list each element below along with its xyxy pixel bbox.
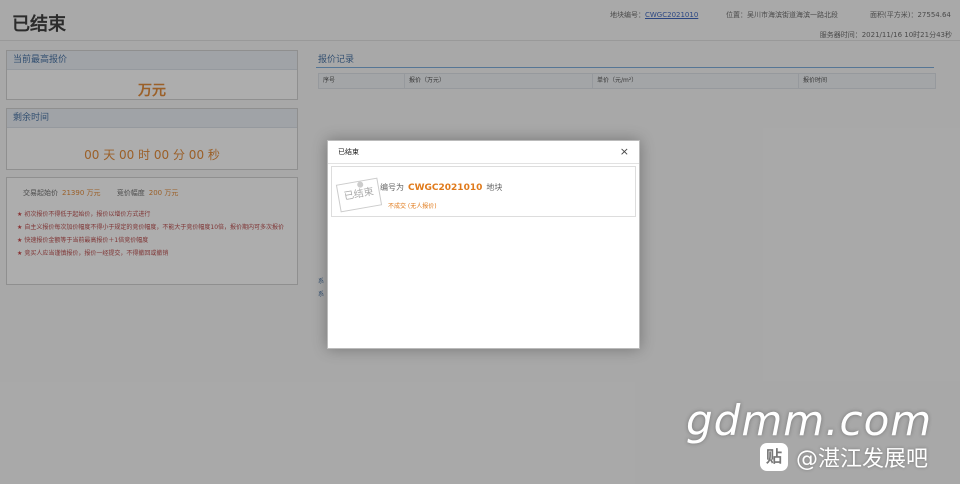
ended-stamp-icon: 已结束 [335, 177, 383, 213]
watermark-account: @湛江发展吧 [796, 447, 929, 472]
result-card: 已结束 编号为 CWGC2021010 地块 不成交 (无人报价) [331, 166, 636, 217]
watermark-social: 贴 @湛江发展吧 [760, 441, 928, 473]
result-headline: 编号为 CWGC2021010 地块 [380, 183, 503, 193]
dialog-header: 已结束 × [328, 141, 639, 164]
watermark-domain: gdmm.com [686, 396, 933, 445]
tieba-icon: 贴 [760, 443, 788, 471]
close-icon[interactable]: × [620, 141, 629, 163]
result-dialog: 已结束 × 已结束 编号为 CWGC2021010 地块 不成交 (无人报价) [327, 140, 640, 349]
plot-code: CWGC2021010 [408, 183, 483, 193]
dialog-title: 已结束 [338, 148, 359, 156]
result-status: 不成交 (无人报价) [388, 203, 437, 210]
